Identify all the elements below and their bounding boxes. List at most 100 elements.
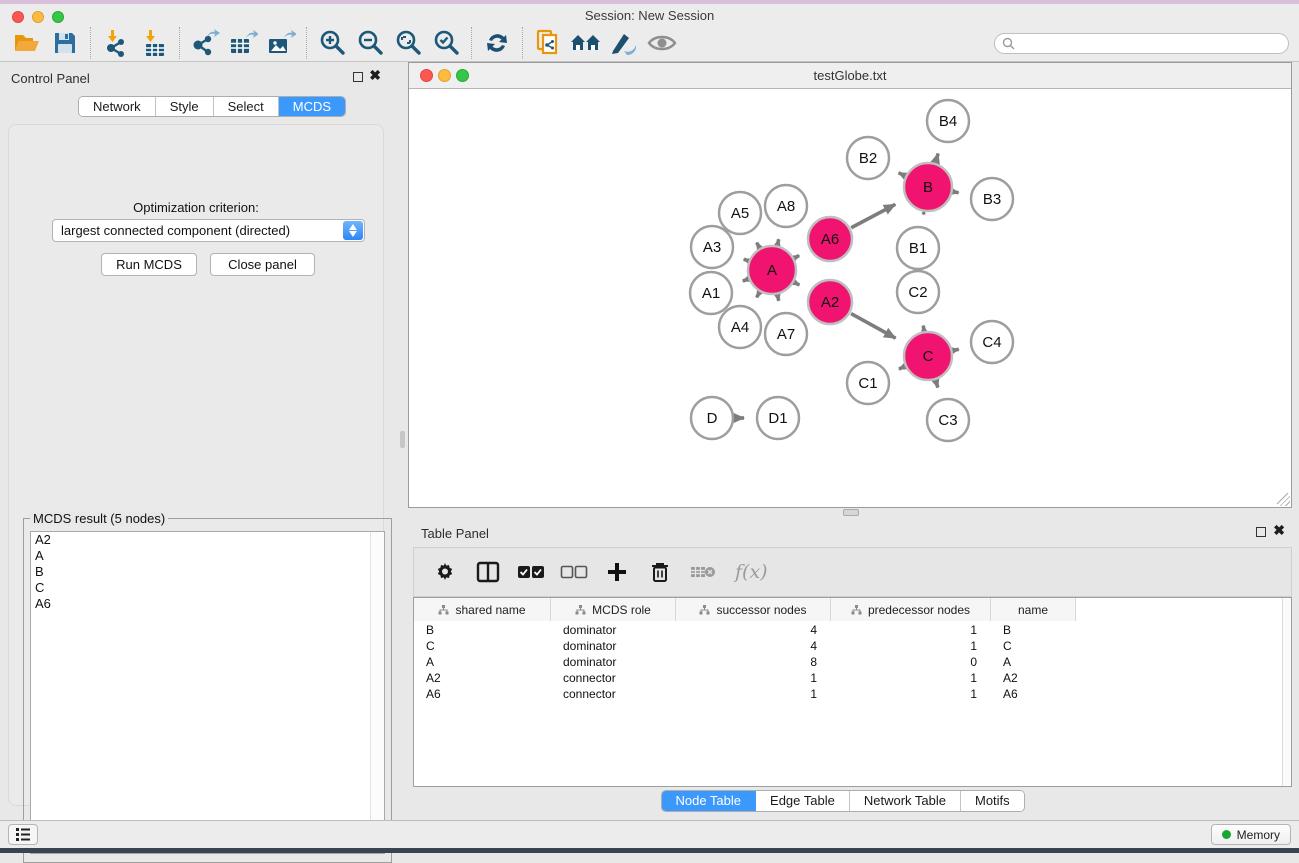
graph-edge-A6-B[interactable] [851, 204, 895, 227]
tab-motifs[interactable]: Motifs [961, 791, 1024, 811]
network-graph-canvas[interactable]: B4 B2 B B3 A8A5 A6 A3 B1 A C2 A1 A2 A4A7 C4 C C1 C3 D D1 [410, 90, 1291, 507]
delete-table-button[interactable] [686, 555, 720, 589]
tab-style[interactable]: Style [156, 97, 214, 116]
graph-node-A2[interactable]: A2 [808, 280, 852, 324]
graph-node-A4[interactable]: A4 [719, 306, 761, 348]
graph-edge-B-B2[interactable] [899, 173, 905, 176]
mcds-result-item[interactable]: A [31, 548, 384, 564]
run-mcds-button[interactable]: Run MCDS [101, 253, 197, 276]
graph-node-D1[interactable]: D1 [757, 397, 799, 439]
graph-edge-A-A5[interactable] [757, 243, 760, 248]
graph-node-A1[interactable]: A1 [690, 272, 732, 314]
table-row[interactable]: A2connector11A2 [414, 670, 1291, 686]
open-session-button[interactable] [8, 27, 46, 59]
table-row[interactable]: Cdominator41C [414, 638, 1291, 654]
mcds-result-list[interactable]: A2ABCA6 [30, 531, 385, 854]
save-session-button[interactable] [46, 27, 84, 59]
graph-node-C1[interactable]: C1 [847, 362, 889, 404]
graph-edge-A-A1[interactable] [743, 279, 748, 281]
graph-node-C[interactable]: C [904, 332, 952, 380]
graph-edge-C-C4[interactable] [953, 349, 958, 350]
tab-edge-table[interactable]: Edge Table [756, 791, 850, 811]
graph-edge-A-A4[interactable] [757, 293, 760, 298]
graph-edge-A-A2[interactable] [795, 283, 800, 286]
column-header-name[interactable]: name [991, 598, 1076, 621]
graph-node-A8[interactable]: A8 [765, 185, 807, 227]
graph-node-A7[interactable]: A7 [765, 313, 807, 355]
zoom-fit-button[interactable] [389, 27, 427, 59]
tab-network-table[interactable]: Network Table [850, 791, 961, 811]
deselect-all-button[interactable] [557, 555, 591, 589]
graph-node-D[interactable]: D [691, 397, 733, 439]
table-scrollbar[interactable] [1282, 598, 1291, 786]
delete-column-button[interactable] [643, 555, 677, 589]
select-all-button[interactable] [514, 555, 548, 589]
table-row[interactable]: A6connector11A6 [414, 686, 1291, 702]
mcds-result-item[interactable]: B [31, 564, 384, 580]
import-table-button[interactable] [135, 27, 173, 59]
graph-node-A6[interactable]: A6 [808, 217, 852, 261]
graph-node-B2[interactable]: B2 [847, 137, 889, 179]
graph-edge-A-A6[interactable] [795, 255, 799, 257]
export-image-button[interactable] [262, 27, 300, 59]
graph-edge-A-A7[interactable] [778, 295, 779, 300]
search-input[interactable] [994, 33, 1289, 54]
mcds-result-item[interactable]: A2 [31, 532, 384, 548]
graph-node-A[interactable]: A [748, 246, 796, 294]
tab-mcds[interactable]: MCDS [279, 97, 345, 116]
home-button[interactable] [567, 27, 605, 59]
zoom-in-button[interactable] [313, 27, 351, 59]
task-history-button[interactable] [8, 824, 38, 845]
graph-node-B4[interactable]: B4 [927, 100, 969, 142]
vertical-splitter-handle[interactable] [400, 431, 405, 448]
node-table[interactable]: shared nameMCDS rolesuccessor nodesprede… [413, 597, 1292, 787]
tab-network[interactable]: Network [79, 97, 156, 116]
close-table-panel-icon[interactable]: ✖ [1273, 522, 1285, 539]
zoom-out-button[interactable] [351, 27, 389, 59]
network-window-titlebar[interactable]: testGlobe.txt [409, 63, 1291, 89]
export-table-button[interactable] [224, 27, 262, 59]
graph-node-C3[interactable]: C3 [927, 399, 969, 441]
graph-edge-B-B3[interactable] [954, 192, 959, 193]
graph-node-B3[interactable]: B3 [971, 178, 1013, 220]
tab-select[interactable]: Select [214, 97, 279, 116]
column-header-predecessor-nodes[interactable]: predecessor nodes [831, 598, 991, 621]
horizontal-splitter-handle[interactable] [843, 509, 859, 516]
graph-edge-C-C1[interactable] [899, 367, 904, 369]
graph-node-A5[interactable]: A5 [719, 192, 761, 234]
list-scrollbar[interactable] [370, 532, 384, 853]
eye-button[interactable] [643, 27, 681, 59]
duplicate-network-button[interactable] [529, 27, 567, 59]
float-panel-icon[interactable] [353, 72, 363, 82]
graph-edge-A-A3[interactable] [744, 259, 748, 261]
graph-node-A3[interactable]: A3 [691, 226, 733, 268]
graph-node-B[interactable]: B [904, 163, 952, 211]
graph-node-C2[interactable]: C2 [897, 271, 939, 313]
table-row[interactable]: Bdominator41B [414, 622, 1291, 638]
close-panel-icon[interactable]: ✖ [369, 67, 381, 84]
graph-edge-B-B4[interactable] [936, 154, 939, 163]
export-network-button[interactable] [186, 27, 224, 59]
column-header-successor-nodes[interactable]: successor nodes [676, 598, 831, 621]
float-table-panel-icon[interactable] [1256, 527, 1266, 537]
graph-edge-A-A8[interactable] [778, 239, 779, 244]
table-row[interactable]: Adominator80A [414, 654, 1291, 670]
zoom-selected-button[interactable] [427, 27, 465, 59]
function-builder-button[interactable]: f(x) [729, 555, 768, 589]
graph-node-C4[interactable]: C4 [971, 321, 1013, 363]
memory-button[interactable]: Memory [1211, 824, 1291, 845]
mark-button[interactable] [605, 27, 643, 59]
tab-node-table[interactable]: Node Table [661, 791, 756, 811]
close-panel-button[interactable]: Close panel [210, 253, 315, 276]
table-settings-button[interactable] [428, 555, 462, 589]
graph-edge-A2-C[interactable] [851, 314, 896, 339]
column-header-shared-name[interactable]: shared name [414, 598, 551, 621]
column-header-MCDS-role[interactable]: MCDS role [551, 598, 676, 621]
graph-node-B1[interactable]: B1 [897, 227, 939, 269]
add-column-button[interactable] [600, 555, 634, 589]
criterion-select[interactable]: largest connected component (directed) [52, 219, 365, 242]
split-columns-button[interactable] [471, 555, 505, 589]
resize-grip-icon[interactable] [1277, 493, 1290, 506]
import-network-button[interactable] [97, 27, 135, 59]
mcds-result-item[interactable]: C [31, 580, 384, 596]
